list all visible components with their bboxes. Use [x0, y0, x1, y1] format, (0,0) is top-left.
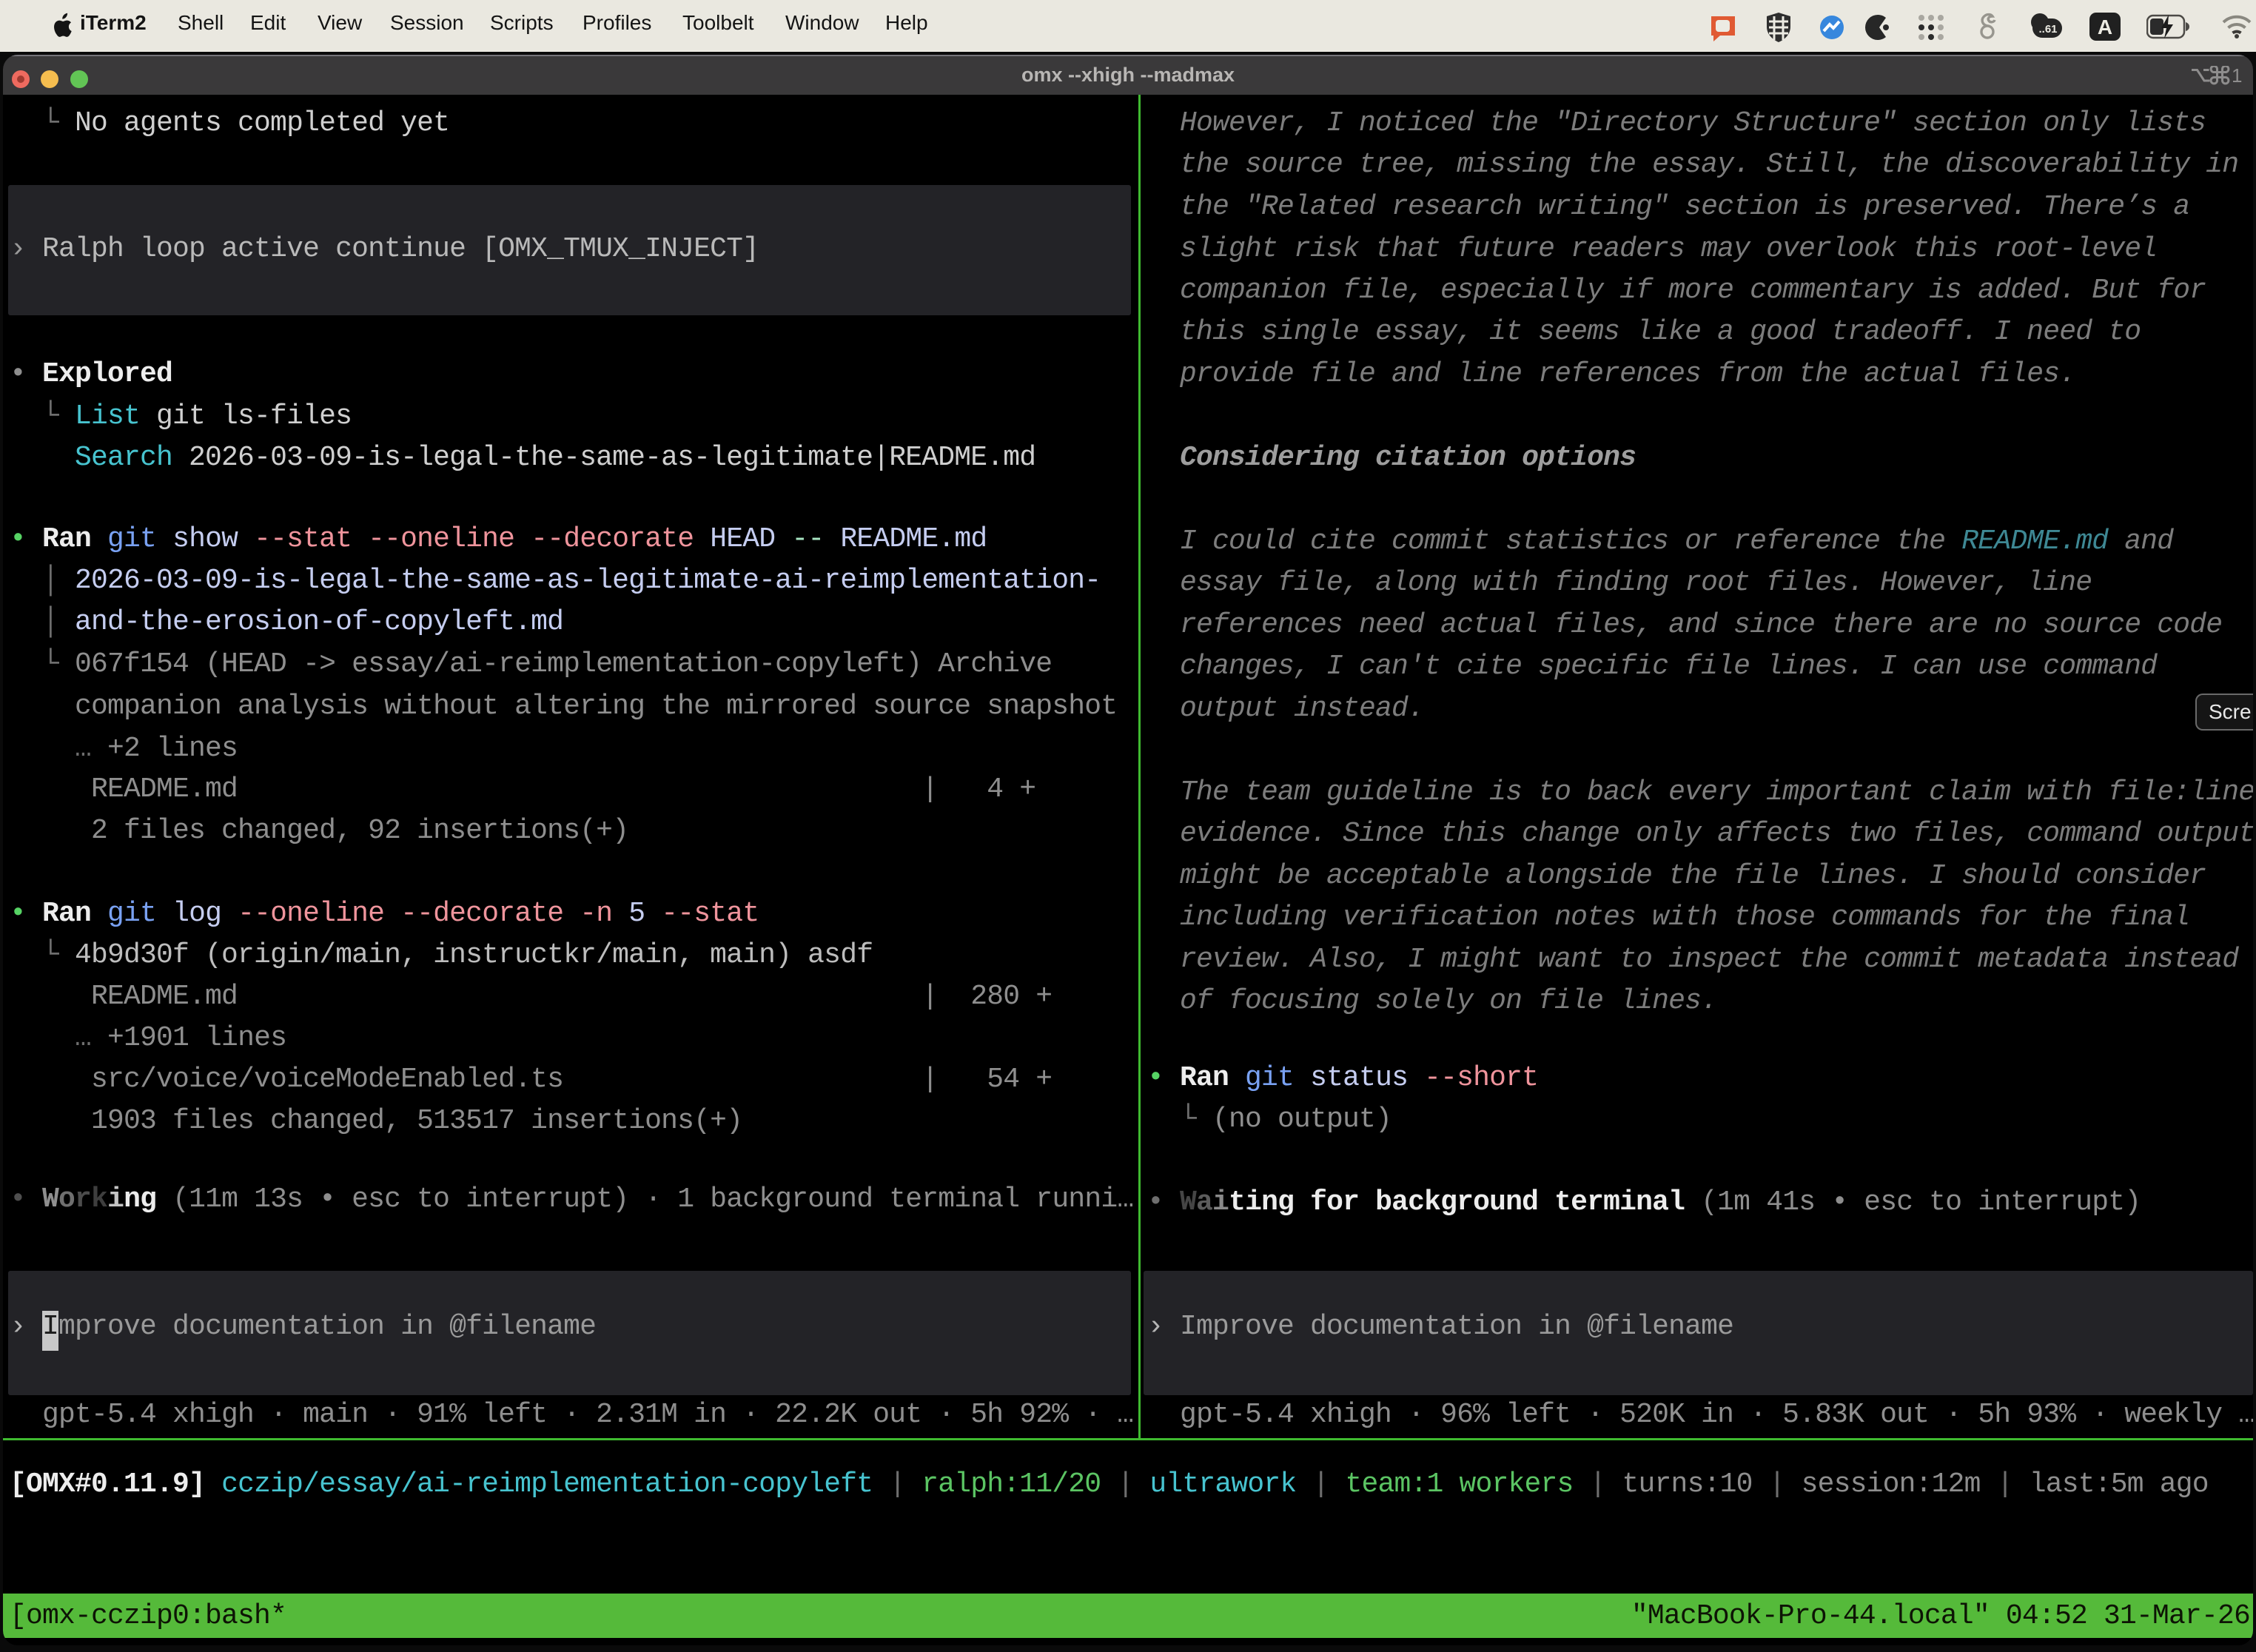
svg-text:A: A	[2098, 16, 2112, 38]
svg-text:..61: ..61	[2038, 23, 2057, 36]
svg-text:1: 1	[2232, 66, 2242, 85]
